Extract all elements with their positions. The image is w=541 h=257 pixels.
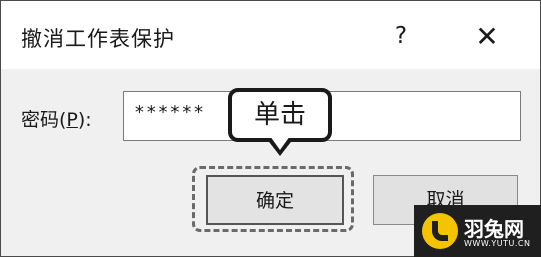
- password-label-suffix: ):: [77, 109, 92, 131]
- watermark-name: 羽兔网: [464, 217, 524, 241]
- yutu-logo-icon: [422, 213, 458, 249]
- dialog-titlebar: 撤消工作表保护 ? ✕: [1, 1, 540, 69]
- watermark-url: WWW.YUTU.CN: [464, 239, 531, 248]
- site-watermark: 羽兔网 WWW.YUTU.CN: [414, 205, 541, 257]
- callout-tail-inner: [270, 136, 290, 150]
- close-button[interactable]: ✕: [471, 21, 503, 53]
- help-button[interactable]: ?: [389, 21, 413, 51]
- password-label-prefix: 密码(: [21, 109, 67, 131]
- password-value: ******: [134, 102, 206, 123]
- click-callout: 单击: [228, 88, 332, 142]
- password-label-accesskey: P: [66, 109, 78, 131]
- password-label: 密码(P):: [21, 105, 92, 132]
- ok-button-highlight: [192, 166, 354, 232]
- dialog-title: 撤消工作表保护: [21, 27, 175, 51]
- yutu-logo-mark: [432, 221, 448, 241]
- click-callout-text: 单击: [253, 100, 306, 130]
